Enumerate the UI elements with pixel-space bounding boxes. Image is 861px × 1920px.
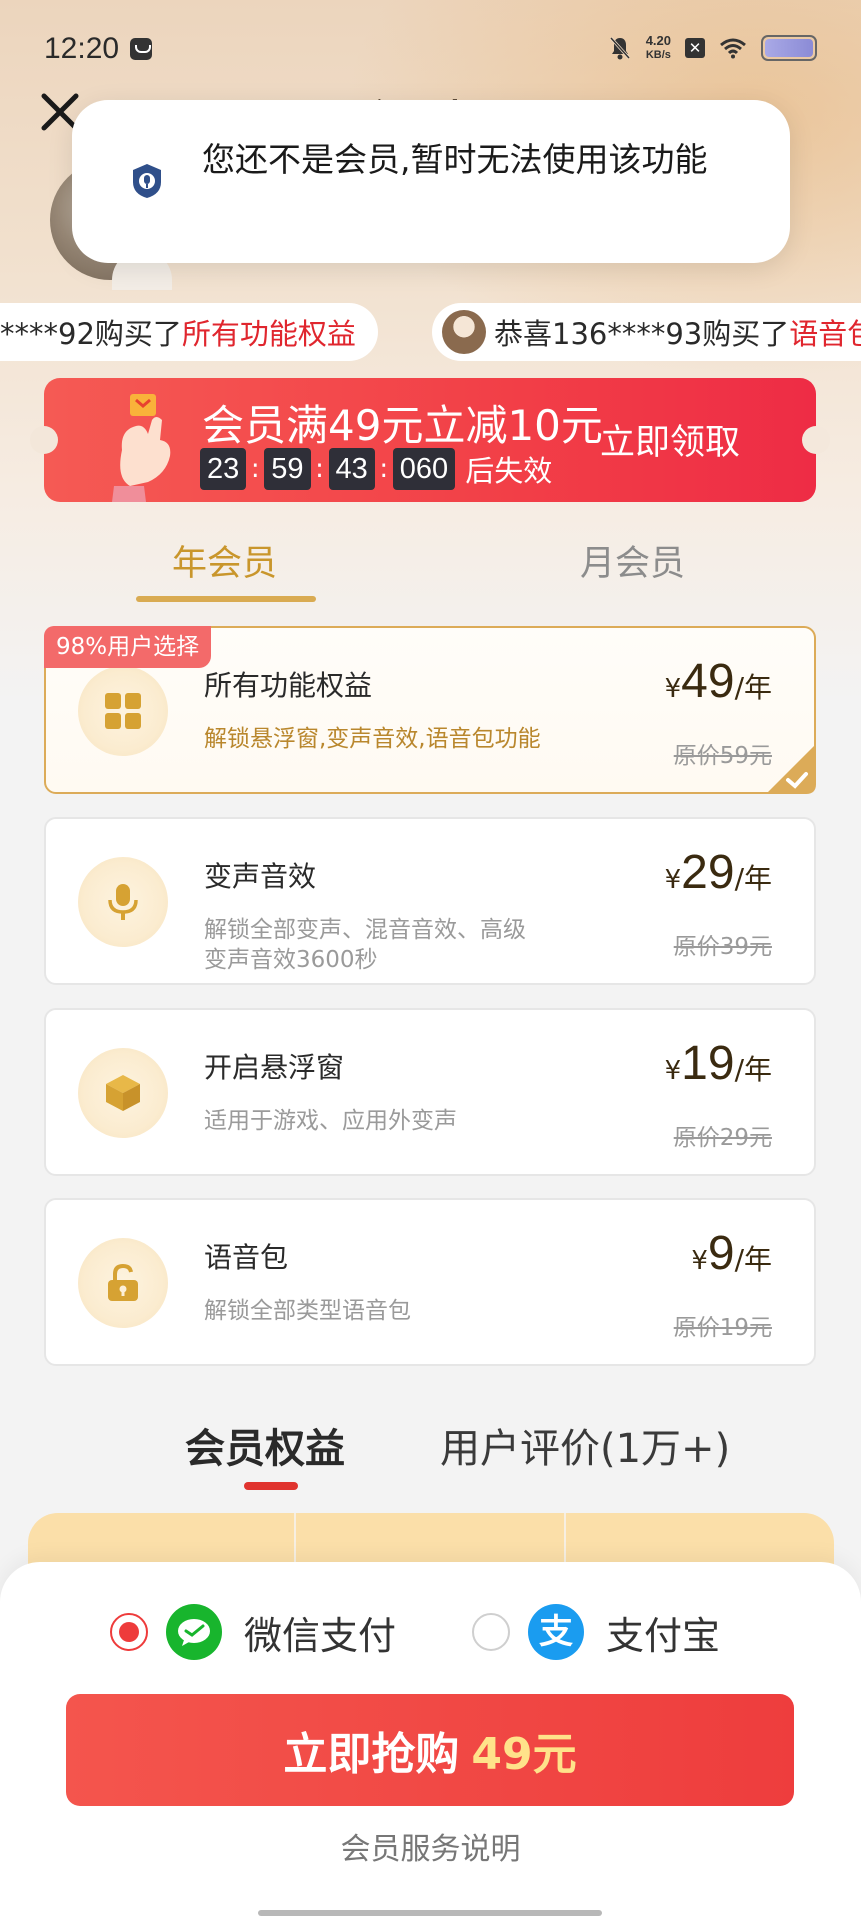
payment-option-wechat[interactable]: 微信支付 (110, 1604, 396, 1660)
timer-seconds: 43 (328, 448, 375, 490)
ticker-highlight: 语音包 (789, 317, 861, 351)
tab-user-reviews[interactable]: 用户评价(1万+) (440, 1416, 730, 1474)
plan-description: 解锁全部变声、混音音效、高级变声音效3600秒 (204, 917, 526, 973)
toast-message: 您还不是会员,暂时无法使用该功能 (72, 100, 790, 263)
buy-now-button[interactable]: 立即抢购 49元 (66, 1694, 794, 1806)
popular-badge: 98%用户选择 (44, 626, 212, 668)
tab-indicator (136, 596, 316, 602)
network-speed-value: 4.20 (645, 33, 671, 48)
plan-description: 解锁全部类型语音包 (204, 1298, 411, 1324)
plan-price: ¥29/年 (664, 846, 772, 899)
grid-icon (105, 693, 141, 729)
plan-original-price: 原价59元 (673, 743, 772, 769)
wechat-pay-icon (166, 1604, 222, 1660)
countdown-timer: 23 : 59 : 43 : 060 后失效 (200, 448, 552, 490)
payment-option-alipay[interactable]: 支 支付宝 (472, 1604, 720, 1660)
radio-wechat[interactable] (110, 1613, 148, 1651)
cube-icon (106, 1075, 140, 1111)
plan-description: 适用于游戏、应用外变声 (204, 1108, 457, 1134)
ticker-text: ****92购买了 (0, 317, 182, 351)
plan-original-price: 原价29元 (673, 1125, 772, 1151)
payment-sheet: 微信支付 支 支付宝 立即抢购 49元 会员服务说明 (0, 1562, 861, 1920)
timer-ms: 060 (392, 448, 456, 490)
radio-alipay[interactable] (472, 1613, 510, 1651)
coupon-title: 会员满49元立减10元 (202, 401, 603, 450)
plan-card-voice-effects[interactable]: 变声音效 解锁全部变声、混音音效、高级变声音效3600秒 ¥29/年 原价39元 (44, 817, 816, 985)
plan-name: 所有功能权益 (204, 669, 373, 702)
timer-minutes: 59 (264, 448, 311, 490)
plan-original-price: 原价19元 (673, 1315, 772, 1341)
home-indicator[interactable] (258, 1910, 602, 1916)
coupon-notch (802, 426, 830, 454)
coupon-notch (30, 426, 58, 454)
microphone-icon (108, 884, 138, 920)
ticker-item: ****92购买了 所有功能权益 (0, 303, 378, 361)
status-bar: 12:20 4.20 KB/s ✕ (0, 0, 861, 100)
plan-card-voice-pack[interactable]: 语音包 解锁全部类型语音包 ¥9/年 原价19元 (44, 1198, 816, 1366)
plan-icon (78, 1238, 168, 1328)
plan-name: 开启悬浮窗 (204, 1051, 345, 1084)
plan-card-floating-window[interactable]: 开启悬浮窗 适用于游戏、应用外变声 ¥19/年 原价29元 (44, 1008, 816, 1176)
unlock-icon (108, 1263, 138, 1301)
plan-price: ¥9/年 (691, 1227, 772, 1280)
check-icon (766, 744, 816, 794)
claim-coupon-button[interactable]: 立即领取 (600, 414, 740, 465)
hand-coupon-icon (112, 394, 171, 502)
alipay-label: 支付宝 (606, 1613, 721, 1658)
ticker-highlight: 所有功能权益 (181, 317, 356, 351)
coupon-banner[interactable]: 会员满49元立减10元 23 : 59 : 43 : 060 后失效 立即领取 (30, 378, 830, 502)
message-notification-icon (130, 38, 152, 60)
plan-icon (78, 1048, 168, 1138)
plan-original-price: 原价39元 (673, 934, 772, 960)
ticker-text: 恭喜136****93购买了 (494, 317, 790, 351)
plan-price: ¥19/年 (664, 1037, 772, 1090)
sim-off-icon: ✕ (685, 38, 705, 58)
alipay-icon: 支 (528, 1604, 584, 1660)
plan-icon (78, 857, 168, 947)
timer-suffix: 后失效 (465, 454, 553, 488)
tab-yearly[interactable]: 年会员 (172, 535, 277, 586)
tab-monthly[interactable]: 月会员 (580, 535, 685, 586)
benefit-tab-indicator (244, 1482, 298, 1490)
bell-muted-icon (609, 36, 630, 60)
network-speed-unit: KB/s (645, 49, 671, 61)
wifi-icon (720, 38, 746, 59)
plan-icon (78, 666, 168, 756)
buy-now-price: 49元 (471, 1729, 577, 1780)
ticker-item: 恭喜136****93购买了语音包 (432, 303, 861, 361)
timer-hours: 23 (200, 448, 247, 490)
status-icons: 4.20 KB/s ✕ (608, 34, 817, 62)
service-terms-link[interactable]: 会员服务说明 (0, 1824, 861, 1868)
status-time: 12:20 (44, 32, 120, 65)
plan-price: ¥49/年 (664, 655, 772, 708)
buy-now-label: 立即抢购 (283, 1729, 460, 1780)
plan-name: 变声音效 (204, 860, 317, 893)
purchase-ticker: ****92购买了所有功能权益 恭喜136****93购买了语音包 (0, 303, 861, 363)
tab-member-benefits[interactable]: 会员权益 (185, 1416, 345, 1474)
network-speed: 4.20 KB/s (646, 34, 671, 62)
wechat-pay-label: 微信支付 (244, 1613, 397, 1658)
user-avatar-icon (442, 310, 486, 354)
plan-description: 解锁悬浮窗,变声音效,语音包功能 (204, 726, 541, 752)
app-logo-icon (133, 164, 161, 198)
plan-card-all-features[interactable]: 所有功能权益 解锁悬浮窗,变声音效,语音包功能 ¥49/年 原价59元 98%用… (44, 626, 816, 794)
battery-icon (761, 35, 817, 61)
plan-name: 语音包 (204, 1241, 289, 1274)
toast-text: 您还不是会员,暂时无法使用该功能 (202, 140, 708, 179)
